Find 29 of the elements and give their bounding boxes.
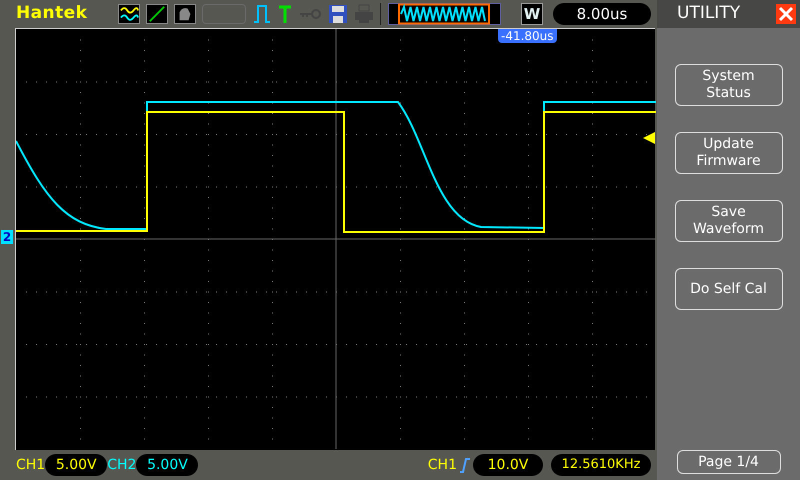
line-icon[interactable] bbox=[146, 4, 168, 24]
menu-button[interactable]: System Status bbox=[674, 64, 782, 106]
frequency-readout: 12.5610KHz bbox=[551, 454, 651, 476]
timebase-mode: W bbox=[521, 3, 543, 25]
persistence-icon[interactable] bbox=[174, 4, 196, 24]
trigger-offset-label: -41.80us bbox=[498, 29, 557, 43]
timebase-value: 8.00us bbox=[553, 3, 651, 25]
channel-label: CH2 bbox=[107, 456, 136, 474]
brand-logo: Hantek bbox=[16, 2, 88, 26]
menu-title: UTILITY bbox=[677, 2, 740, 26]
pulse-icon bbox=[252, 4, 272, 24]
close-icon[interactable] bbox=[776, 4, 796, 24]
channel-scale: 5.00V bbox=[45, 454, 108, 476]
trigger-level-marker-icon bbox=[643, 132, 655, 144]
save-icon bbox=[328, 4, 348, 24]
menu-button[interactable]: Do Self Cal bbox=[674, 268, 782, 310]
trigger-source: CH1 bbox=[428, 456, 457, 474]
trigger-level: 10.0V bbox=[473, 454, 543, 476]
waveform-icon[interactable] bbox=[118, 4, 140, 24]
rising-edge-icon bbox=[459, 457, 471, 473]
channel-marker: 2 bbox=[1, 230, 13, 244]
trigger-t-icon bbox=[278, 4, 292, 24]
menu-button[interactable]: Save Waveform bbox=[674, 200, 782, 242]
menu-button[interactable]: Update Firmware bbox=[674, 132, 782, 174]
channel-scale: 5.00V bbox=[136, 454, 198, 476]
waveform-overview-icon bbox=[388, 3, 501, 25]
status-slot bbox=[202, 4, 246, 24]
channel-label: CH1 bbox=[16, 456, 46, 474]
page-button[interactable]: Page 1/4 bbox=[676, 450, 780, 474]
